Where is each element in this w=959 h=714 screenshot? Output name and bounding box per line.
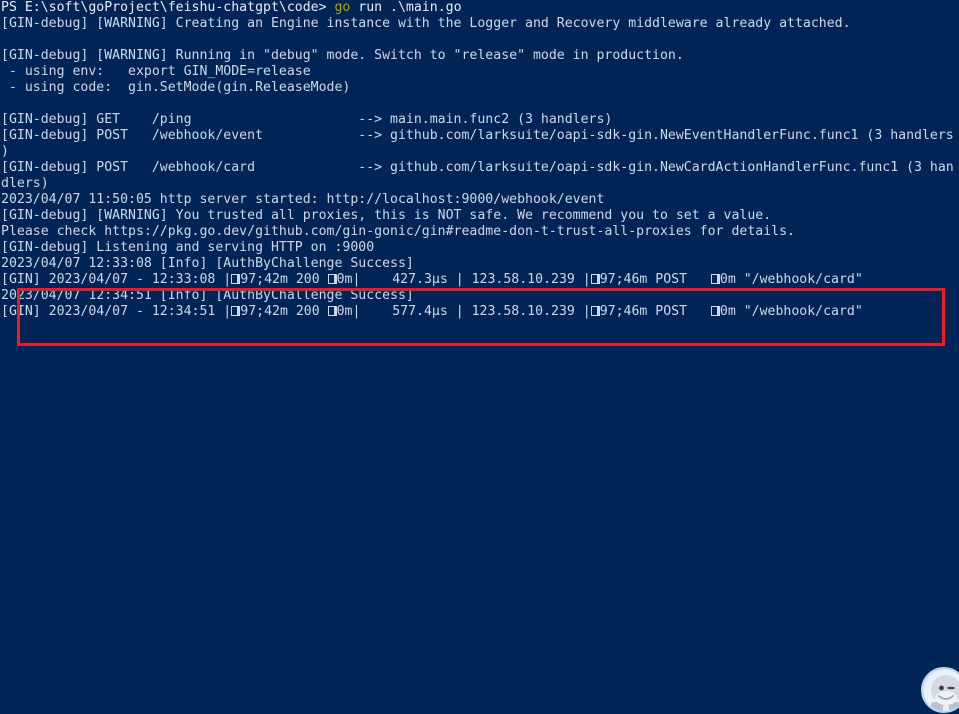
gin-request-line: [GIN] 2023/04/07 - 12:34:51 | 97;42m 200 … [0, 304, 959, 320]
gin-status-code: 200 [287, 304, 328, 319]
gin-pipe2: | [574, 272, 591, 287]
gin-separator: | [447, 304, 472, 319]
log-line: ) [1, 144, 9, 159]
gin-method: POST [647, 304, 711, 319]
gin-latency: 427.3µs [360, 272, 448, 287]
log-line: [GIN-debug] Listening and serving HTTP o… [1, 240, 375, 255]
escape-box-icon [590, 306, 598, 316]
gin-status-escape: 97;42m [240, 304, 288, 319]
prompt-line: PS E:\soft\goProject\feishu-chatgpt\code… [0, 0, 959, 16]
escape-box-icon [231, 274, 239, 284]
avatar-ring [921, 667, 959, 713]
console-output-area[interactable]: PS E:\soft\goProject\feishu-chatgpt\code… [0, 0, 959, 714]
escape-box-icon [231, 306, 239, 316]
log-line: [GIN-debug] [WARNING] Creating an Engine… [1, 16, 851, 31]
gin-client-ip: 123.58.10.239 [471, 272, 575, 287]
gin-client-ip: 123.58.10.239 [471, 304, 575, 319]
escape-box-icon [710, 306, 718, 316]
robot-assistant-avatar[interactable] [921, 667, 959, 713]
gin-method: POST [647, 272, 711, 287]
log-line: [GIN-debug] GET /ping --> main.main.func… [1, 112, 613, 127]
log-line: dlers) [1, 176, 49, 191]
gin-method-escape: 97;46m [599, 304, 648, 319]
gin-path: "/webhook/card" [735, 304, 863, 319]
log-line: Please check https://pkg.go.dev/github.c… [1, 224, 795, 239]
log-line: [GIN-debug] [WARNING] Running in "debug"… [1, 48, 684, 63]
gin-pipe2: | [574, 304, 591, 319]
log-line-blank [0, 96, 959, 112]
escape-box-icon [327, 306, 335, 316]
log-line: 2023/04/07 11:50:05 http server started:… [1, 192, 605, 207]
prompt-path: PS E:\soft\goProject\feishu-chatgpt\code… [1, 0, 335, 15]
gin-reset-escape2: 0m [719, 304, 736, 319]
powershell-terminal-window: PS E:\soft\goProject\feishu-chatgpt\code… [0, 0, 959, 714]
escape-box-icon [710, 274, 718, 284]
log-line-auth-info: 2023/04/07 12:33:08 [Info] [AuthByChalle… [1, 256, 414, 271]
escape-box-icon [590, 274, 598, 284]
gin-status-code: 200 [287, 272, 328, 287]
gin-status-escape: 97;42m [240, 272, 288, 287]
command-arguments: run .\main.go [350, 0, 462, 15]
command-keyword: go [334, 0, 351, 15]
log-line-blank [0, 32, 959, 48]
gin-method-escape: 97;46m [599, 272, 648, 287]
gin-line-prefix: [GIN] 2023/04/07 - 12:34:51 | [1, 304, 232, 319]
gin-reset-escape: 0m [336, 304, 353, 319]
gin-reset-escape: 0m [336, 272, 353, 287]
log-line: [GIN-debug] POST /webhook/card --> githu… [1, 160, 954, 175]
escape-box-icon [327, 274, 335, 284]
log-line: - using code: gin.SetMode(gin.ReleaseMod… [1, 80, 351, 95]
log-line: [GIN-debug] [WARNING] You trusted all pr… [1, 208, 772, 223]
gin-reset-escape2: 0m [719, 272, 736, 287]
log-line: [GIN-debug] POST /webhook/event --> gith… [1, 128, 954, 143]
gin-line-prefix: [GIN] 2023/04/07 - 12:33:08 | [1, 272, 232, 287]
gin-latency: 577.4µs [360, 304, 448, 319]
log-line: - using env: export GIN_MODE=release [1, 64, 311, 79]
gin-separator: | [447, 272, 472, 287]
gin-path: "/webhook/card" [735, 272, 863, 287]
robot-face-icon [924, 670, 959, 711]
gin-request-line: [GIN] 2023/04/07 - 12:33:08 | 97;42m 200 … [0, 272, 959, 288]
log-line-auth-info-2: 2023/04/07 12:34:51 [Info] [AuthByChalle… [1, 288, 414, 303]
